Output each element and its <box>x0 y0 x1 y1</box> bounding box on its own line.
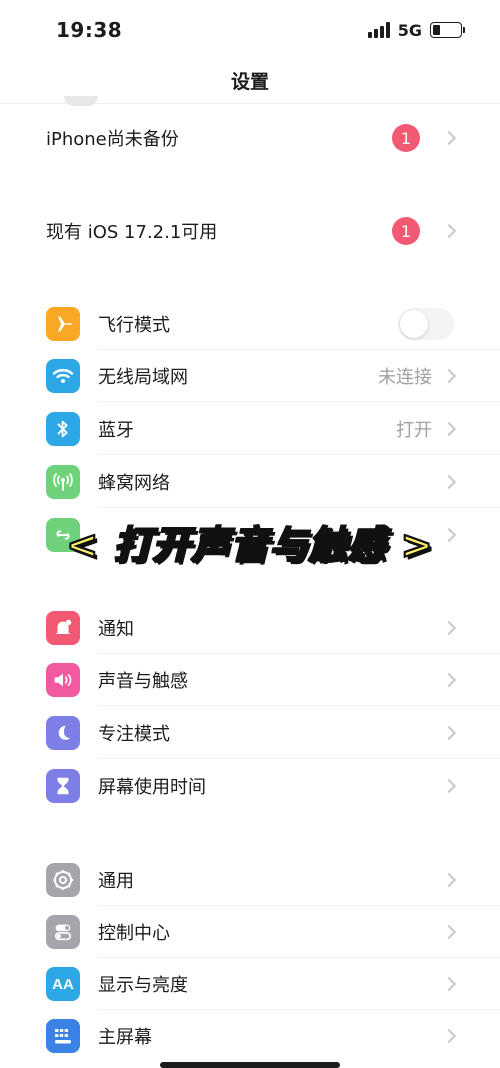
display-brightness-label: 显示与亮度 <box>98 975 188 996</box>
chevron-right-icon <box>441 474 457 490</box>
sounds-haptics-row[interactable]: 声音与触感 <box>0 654 500 706</box>
divider <box>98 705 500 706</box>
chevron-right-icon <box>441 368 457 384</box>
gear-icon <box>46 863 80 897</box>
cellular-icon <box>46 465 80 499</box>
bluetooth-icon <box>46 412 80 446</box>
home-indicator[interactable] <box>160 1062 340 1068</box>
screen-time-label: 屏幕使用时间 <box>98 777 206 798</box>
chevron-right-icon <box>441 976 457 992</box>
battery-icon <box>430 22 465 38</box>
control-center-row[interactable]: 控制中心 <box>0 906 500 958</box>
wifi-row[interactable]: 无线局域网 未连接 <box>0 350 500 402</box>
moon-icon <box>46 716 80 750</box>
status-indicators: 5G <box>367 20 465 40</box>
bluetooth-row[interactable]: 蓝牙 打开 <box>0 403 500 455</box>
avatar <box>64 96 98 106</box>
ios-update-label: 现有 iOS 17.2.1可用 <box>46 222 218 243</box>
bell-icon <box>46 611 80 645</box>
speaker-icon <box>46 663 80 697</box>
chevron-right-icon <box>441 924 457 940</box>
toggle-knob <box>400 310 428 338</box>
sounds-haptics-label: 声音与触感 <box>98 671 188 692</box>
notifications-label: 通知 <box>98 619 134 640</box>
chevron-right-icon <box>441 725 457 741</box>
chevron-right-icon <box>441 130 457 146</box>
airplane-mode-toggle[interactable] <box>398 308 454 340</box>
focus-label: 专注模式 <box>98 724 170 745</box>
wifi-status: 未连接 <box>378 367 432 388</box>
bluetooth-label: 蓝牙 <box>98 420 134 441</box>
wifi-icon <box>46 359 80 393</box>
cellular-row[interactable]: 蜂窝网络 <box>0 456 500 508</box>
home-grid-icon <box>46 1019 80 1053</box>
cellular-label: 蜂窝网络 <box>98 473 170 494</box>
text-size-glyph: AA <box>52 975 74 993</box>
chevron-right-icon <box>441 778 457 794</box>
focus-row[interactable]: 专注模式 <box>0 707 500 759</box>
general-label: 通用 <box>98 871 134 892</box>
chevron-right-icon <box>441 672 457 688</box>
chevron-right-icon <box>441 620 457 636</box>
ios-update-badge: 1 <box>392 217 420 245</box>
general-row[interactable]: 通用 <box>0 854 500 906</box>
backup-alert-badge: 1 <box>392 124 420 152</box>
cellular-signal-icon <box>367 22 390 38</box>
notifications-row[interactable]: 通知 <box>0 602 500 654</box>
home-screen-row[interactable]: 主屏幕 <box>0 1010 500 1062</box>
network-type: 5G <box>397 20 422 40</box>
chevron-right-icon <box>441 872 457 888</box>
chevron-right-icon <box>441 1028 457 1044</box>
wifi-label: 无线局域网 <box>98 367 188 388</box>
text-size-icon: AA <box>46 967 80 1001</box>
divider <box>98 454 500 455</box>
status-time: 19:38 <box>56 18 123 42</box>
divider <box>98 758 500 759</box>
chevron-right-icon <box>441 223 457 239</box>
chevron-right-icon <box>441 421 457 437</box>
status-bar: 19:38 5G <box>0 0 500 60</box>
display-brightness-row[interactable]: AA 显示与亮度 <box>0 958 500 1010</box>
airplane-icon <box>46 307 80 341</box>
toggles-icon <box>46 915 80 949</box>
backup-alert-row[interactable]: iPhone尚未备份 1 <box>0 112 500 164</box>
screen-time-row[interactable]: 屏幕使用时间 <box>0 760 500 812</box>
airplane-mode-row: 飞行模式 <box>0 298 500 350</box>
backup-alert-label: iPhone尚未备份 <box>46 129 179 150</box>
divider <box>98 401 500 402</box>
page-title: 设置 <box>230 71 269 93</box>
overlay-caption: < 打开声音与触感 > <box>65 522 434 568</box>
bluetooth-status: 打开 <box>396 420 432 441</box>
control-center-label: 控制中心 <box>98 923 170 944</box>
hourglass-icon <box>46 769 80 803</box>
battery-level <box>433 25 440 35</box>
home-screen-label: 主屏幕 <box>98 1027 152 1048</box>
ios-update-row[interactable]: 现有 iOS 17.2.1可用 1 <box>0 205 500 257</box>
airplane-mode-label: 飞行模式 <box>98 315 170 336</box>
